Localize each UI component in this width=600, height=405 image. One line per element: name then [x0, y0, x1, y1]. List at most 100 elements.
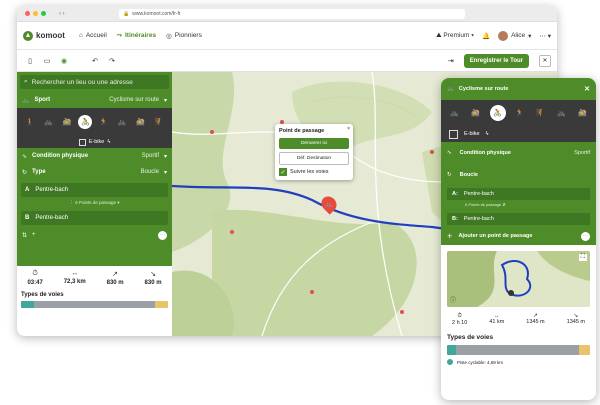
- mobile-way-types-bar[interactable]: [447, 345, 590, 355]
- eye-icon[interactable]: ◉: [57, 57, 71, 65]
- enduro-icon[interactable]: 🚵: [576, 106, 590, 120]
- waypoint-a[interactable]: A Pentre-bach: [21, 183, 168, 197]
- planner-toolbar: ▯ ▭ ◉ ↶ ↷ ⇥ Enregistrer le Tour ✕: [17, 50, 557, 72]
- add-icon[interactable]: +: [32, 232, 36, 238]
- climbing-icon[interactable]: 🧗: [152, 115, 166, 129]
- type-selector[interactable]: ↻ Type Boucle ▾: [17, 164, 172, 180]
- add-icon: ＋: [447, 234, 453, 240]
- komoot-logo[interactable]: ▲ komoot: [23, 30, 65, 41]
- waypoint-popup: × Point de passage Démarrer ici Déf. Des…: [275, 124, 353, 180]
- ebike-checkbox[interactable]: [78, 138, 86, 146]
- gravel-icon[interactable]: 🚲: [555, 106, 569, 120]
- mtb-icon[interactable]: 🚵: [469, 106, 483, 120]
- mtb-icon[interactable]: 🚵: [60, 115, 74, 129]
- logo-icon: ▲: [23, 30, 33, 41]
- way-type-legend-item: Piste cyclable: 4,69 km: [447, 359, 590, 365]
- bell-icon[interactable]: 🔔: [482, 32, 490, 40]
- climbing-icon[interactable]: 🧗: [534, 106, 548, 120]
- enduro-icon[interactable]: 🚵: [133, 115, 147, 129]
- fitness-selector[interactable]: ∿ Condition physique Sportif ▾: [17, 148, 172, 164]
- duration-stat: ⏱ 2 h 10: [452, 313, 468, 326]
- running-icon[interactable]: 🏃: [97, 115, 111, 129]
- globe-icon: ◎: [166, 32, 172, 40]
- more-icon[interactable]: ⋯ ▾: [539, 32, 551, 40]
- loop-icon: ↻: [22, 169, 28, 176]
- mobile-way-types-label: Types de voies: [447, 334, 494, 341]
- nav-routes[interactable]: ⤳ Itinéraires: [117, 32, 156, 40]
- search-input[interactable]: ⌕ Rechercher un lieu ou une adresse: [20, 75, 169, 89]
- check-icon: ✓: [279, 168, 287, 176]
- mobile-map-terrain: [447, 251, 590, 307]
- bike-icon: 🚲: [325, 201, 333, 208]
- save-tour-button[interactable]: Enregistrer le Tour: [463, 53, 529, 68]
- chevron-down-icon: ▾: [528, 32, 532, 40]
- nav-home[interactable]: ⌂ Accueil: [79, 32, 107, 39]
- bike-touring-icon[interactable]: 🚲: [42, 115, 56, 129]
- start-here-button[interactable]: Démarrer ici: [279, 138, 349, 149]
- info-icon[interactable]: ⓘ: [450, 295, 456, 304]
- home-icon: ⌂: [78, 32, 83, 39]
- redo-icon[interactable]: ↷: [105, 57, 119, 65]
- mobile-type-selector[interactable]: ↻ Boucle: [441, 164, 596, 186]
- premium-icon: ⛰: [436, 31, 442, 39]
- mobile-fitness-selector[interactable]: ∿ Condition physique Sportif: [441, 142, 596, 164]
- set-destination-button[interactable]: Déf. Destination: [279, 152, 349, 165]
- close-icon[interactable]: ✕: [539, 54, 551, 67]
- sport-selector[interactable]: 🚲 Sport Cyclisme sur route ▾: [17, 92, 172, 108]
- tour-stats: ⏱ 03:47 ↔ 72,3 km ↗ 830 m ↘ 830 m Types de v…: [17, 266, 172, 336]
- way-types-bar[interactable]: [21, 301, 168, 308]
- mobile-waypoint-b[interactable]: B: Pentre-bach: [447, 213, 590, 225]
- follow-roads-checkbox[interactable]: ✓ Suivre les voies: [279, 168, 349, 176]
- route-actions: ⇅ + ⋯: [17, 228, 172, 242]
- user-menu[interactable]: Alice ▾: [498, 30, 532, 41]
- send-to-device-icon[interactable]: ⇥: [444, 57, 458, 65]
- fullscreen-icon[interactable]: ⛶: [578, 254, 587, 261]
- gravel-icon[interactable]: 🚲: [115, 115, 129, 129]
- loop-icon: ↻: [447, 172, 452, 178]
- more-options-icon[interactable]: ⋯: [581, 231, 590, 241]
- chevron-down-icon: ▾: [163, 97, 167, 104]
- back-arrow-icon[interactable]: ‹ ›: [59, 11, 65, 17]
- address-bar[interactable]: 🔒 www.komoot.com/fr-fr: [119, 9, 465, 19]
- chevron-down-icon: ▾: [471, 31, 474, 39]
- waypoint-b[interactable]: B Pentre-bach: [21, 211, 168, 225]
- close-dot-icon[interactable]: [25, 11, 30, 16]
- waypoint-count[interactable]: ⋮ 6 Points de passage ▾: [17, 200, 172, 208]
- nav-pioneers[interactable]: ◎ Pionniers: [166, 32, 202, 40]
- undo-icon[interactable]: ↶: [88, 57, 102, 65]
- browser-chrome: ‹ › 🔒 www.komoot.com/fr-fr: [17, 6, 557, 22]
- bike-touring-icon[interactable]: 🚲: [448, 106, 462, 120]
- popup-close-icon[interactable]: ×: [347, 126, 350, 132]
- route-icon: ⤳: [116, 31, 122, 39]
- more-options-icon[interactable]: ⋯: [158, 230, 167, 240]
- road-cycling-icon[interactable]: 🚴: [489, 105, 506, 121]
- mobile-map-preview[interactable]: ⛶ ⓘ: [447, 251, 590, 307]
- chevron-down-icon: ▾: [163, 169, 167, 176]
- reorder-icon[interactable]: ⇅: [22, 232, 27, 239]
- hiking-icon[interactable]: 🚶: [23, 115, 37, 129]
- running-icon[interactable]: 🏃: [513, 106, 527, 120]
- road-cycling-icon[interactable]: 🚴: [78, 115, 93, 129]
- close-icon[interactable]: ✕: [584, 85, 590, 93]
- avatar: [498, 30, 509, 41]
- ebike-toggle[interactable]: E-bike ϟ: [17, 136, 172, 148]
- heartbeat-icon: ∿: [447, 150, 452, 156]
- downhill-icon: ↘: [150, 271, 156, 278]
- sidebar-toggle-icon[interactable]: ▯: [23, 57, 37, 65]
- layout-icon[interactable]: ▭: [40, 57, 54, 65]
- bike-icon: 🚲: [447, 86, 454, 92]
- mobile-waypoint-count[interactable]: 6 Points de passage ⇵: [441, 202, 596, 211]
- minimize-dot-icon[interactable]: [33, 11, 38, 16]
- mobile-tour-stats: ⏱ 2 h 10 ↔ 41 km ↗ 1345 m ↘ 1345 m: [441, 313, 596, 326]
- maximize-dot-icon[interactable]: [41, 11, 46, 16]
- add-waypoint-button[interactable]: ＋ Ajouter un point de passage ⋯: [441, 227, 596, 245]
- mobile-sport-header[interactable]: 🚲 Cyclisme sur route ✕: [441, 78, 596, 100]
- distance-icon: ↔: [71, 270, 79, 277]
- uphill-icon: ↗: [112, 271, 119, 278]
- duration-stat: ⏱ 03:47: [27, 270, 43, 286]
- uphill-stat: ↗ 830 m: [106, 271, 124, 286]
- ebike-checkbox[interactable]: [449, 129, 458, 139]
- mobile-waypoint-a[interactable]: A: Pentre-bach: [447, 188, 590, 200]
- mobile-ebike-toggle[interactable]: E-bike ϟ: [441, 126, 596, 142]
- premium-menu[interactable]: ⛰ Premium ▾: [436, 32, 474, 40]
